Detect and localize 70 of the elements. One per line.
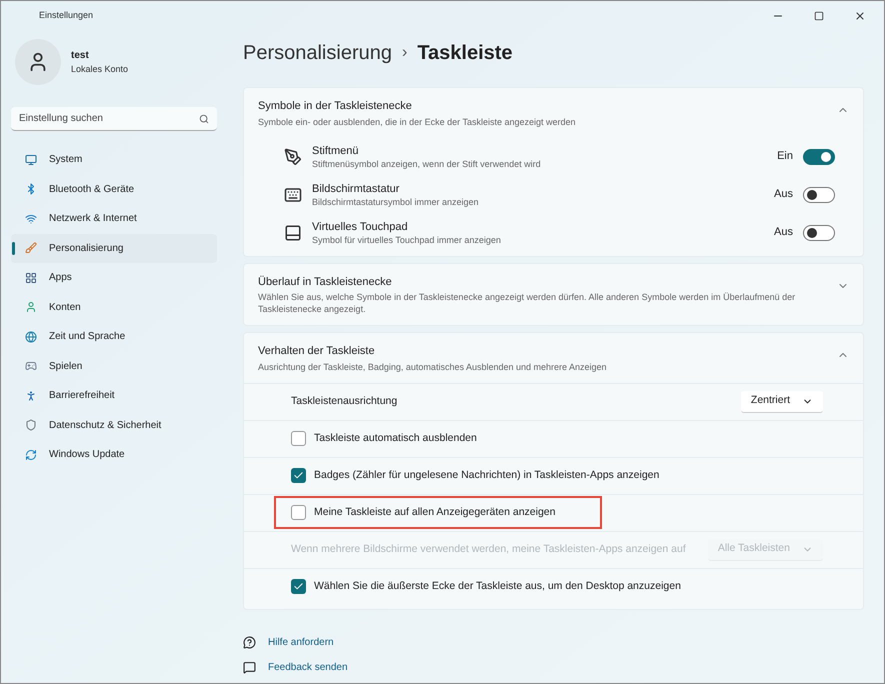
search-icon [199,114,209,124]
breadcrumb-link[interactable]: Personalisierung [243,38,392,68]
sidebar-item[interactable]: System [11,145,217,174]
section-title: Verhalten der Taskleiste [258,344,376,359]
sidebar-item[interactable]: Konten [11,292,217,322]
check-icon [293,581,304,592]
sidebar-item[interactable]: Bluetooth & Geräte [11,174,217,204]
apps-icon [25,272,37,284]
sidebar-item[interactable]: Apps [11,263,217,292]
toggle-switch[interactable] [803,224,835,240]
breadcrumb-separator: › [402,43,408,63]
checkbox[interactable] [291,468,306,483]
toggle-state: Ein [777,149,793,164]
bluetooth-icon [25,183,37,196]
help-link[interactable]: Feedback senden [268,660,348,674]
checkbox-label: Meine Taskleiste auf allen Anzeigegeräten anzeigen [314,504,556,520]
sidebar-item[interactable]: Windows Update [11,440,217,470]
sidebar-item[interactable]: Barrierefreiheit [11,381,217,410]
toggle-switch[interactable] [803,148,835,164]
checkbox-label: Wählen Sie die äußerste Ecke der Taskleiste aus, um den Desktop anzuzeigen [314,578,681,594]
shield-icon [25,419,37,432]
brush-icon [25,242,37,254]
section-description: Wählen Sie aus, welche Symbole in der Taskleistenecke angezeigt werden dürfen. Alle anderen Symbole werden im Überlaufmenü der Taskleistenecke angezeigt. [258,291,796,315]
gamepad-icon [25,360,37,372]
checkbox[interactable] [291,431,306,446]
sidebar-item[interactable]: Datenschutz & Sicherheit [11,410,217,440]
setting-label: Wenn mehrere Bildschirme verwendet werden, meine Taskleisten-Apps anzeigen auf [291,542,687,557]
globe-icon [25,330,37,343]
setting-description: Symbol für virtuelles Touchpad immer anzeigen [312,234,502,246]
section-title: Symbole in der Taskleistenecke [258,99,413,114]
setting-description: Bildschirmtastatursymbol immer anzeigen [312,196,480,208]
sidebar-item[interactable]: Spielen [11,352,217,381]
setting-label: Virtuelles Touchpad [312,220,409,234]
checkbox-label: Badges (Zähler für ungelesene Nachrichten) in Taskleisten-Apps anzeigen [314,468,660,483]
dropdown[interactable]: Zentriert [740,390,823,412]
accessibility-icon [25,390,37,402]
checkbox[interactable] [291,579,306,594]
setting-label: Bildschirmtastatur [312,182,400,196]
checkbox[interactable] [291,505,306,520]
sidebar-item[interactable]: Personalisierung [11,234,217,263]
close-icon[interactable] [854,10,866,22]
maximize-icon[interactable] [814,11,824,21]
sidebar-item[interactable]: Zeit und Sprache [11,322,217,352]
toggle-state: Aus [774,225,793,240]
window-title: Einstellungen [39,9,94,22]
check-icon [293,470,304,481]
touchpad-icon [284,224,302,242]
search-field[interactable]: Einstellung suchen [11,107,217,131]
toggle-switch[interactable] [803,186,835,202]
monitor-icon [25,154,37,166]
help-icon [243,636,256,648]
pen-icon [284,148,302,166]
page-title: Taskleiste [417,41,513,66]
user-name: test [71,48,90,63]
account-type: Lokales Konto [71,62,128,76]
keyboard-icon [284,186,302,204]
section-title: Überlauf in Taskleistenecke [258,274,393,290]
toggle-state: Aus [774,187,793,202]
setting-description: Stiftmenüsymbol anzeigen, wenn der Stift verwendet wird [312,158,542,170]
section-description: Symbole ein- oder ausblenden, die in der Ecke der Taskleiste angezeigt werden [258,116,577,128]
help-link[interactable]: Hilfe anfordern [268,634,334,650]
person-icon [25,301,37,314]
setting-label: Stiftmenü [312,144,360,158]
setting-label: Taskleistenausrichtung [291,394,398,409]
avatar [15,39,61,85]
update-icon [25,448,37,461]
sidebar-item[interactable]: Netzwerk & Internet [11,204,217,234]
feedback-icon [243,660,256,674]
section-description: Ausrichtung der Taskleiste, Badging, automatisches Ausblenden und mehrere Anzeigen [258,360,608,372]
checkbox-label: Taskleiste automatisch ausblenden [314,430,477,446]
